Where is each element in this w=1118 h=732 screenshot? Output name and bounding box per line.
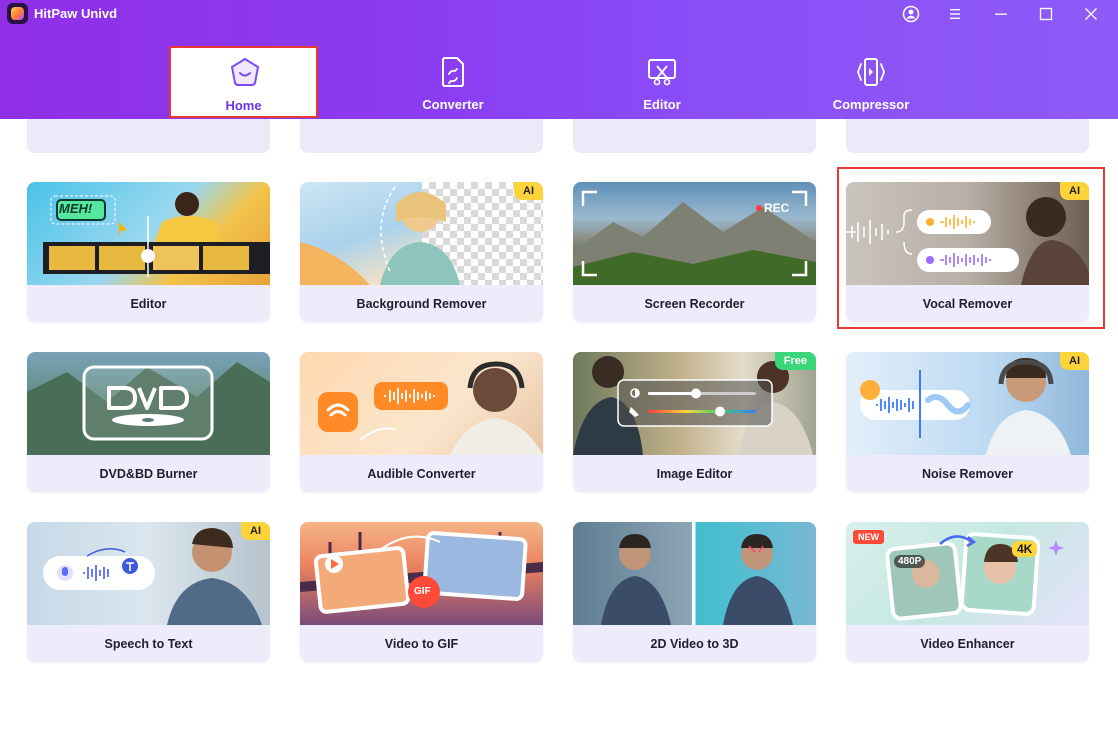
partial-card[interactable] (27, 119, 270, 153)
new-badge: NEW (853, 530, 884, 544)
partial-card[interactable] (300, 119, 543, 153)
vocal-remover-thumbnail (846, 182, 1089, 285)
converter-icon (442, 57, 464, 87)
ai-badge: AI (1060, 182, 1089, 200)
tab-converter[interactable]: Converter (378, 46, 528, 118)
editor-thumb-text: MEH! (59, 201, 93, 216)
ai-badge: AI (514, 182, 543, 200)
4k-label: 4K (1012, 541, 1038, 557)
maximize-icon[interactable] (1034, 3, 1058, 25)
tool-label: Audible Converter (367, 467, 476, 481)
tool-card-video-to-gif[interactable]: GIF Video to GIF (300, 522, 543, 662)
tool-card-dvd-bd-burner[interactable]: DVD&BD Burner (27, 352, 270, 492)
tool-label: Video Enhancer (920, 637, 1015, 651)
tool-label: Image Editor (656, 467, 733, 481)
account-icon[interactable] (899, 3, 923, 25)
speech-to-text-thumbnail (27, 522, 270, 625)
tab-editor-label: Editor (643, 97, 681, 112)
tab-home[interactable]: Home (169, 46, 318, 118)
minimize-icon[interactable] (989, 3, 1013, 25)
menu-icon[interactable] (943, 3, 967, 25)
tool-label: Background Remover (356, 297, 487, 311)
editor-icon (648, 59, 676, 86)
close-icon[interactable] (1079, 3, 1103, 25)
tab-editor[interactable]: Editor (587, 46, 737, 118)
ai-badge: AI (241, 522, 270, 540)
tool-card-2d-video-to-3d[interactable]: 2D Video to 3D (573, 522, 816, 662)
free-badge: Free (774, 352, 816, 370)
tool-label: Speech to Text (104, 637, 193, 651)
background-remover-thumbnail (300, 182, 543, 285)
video-to-gif-thumbnail: GIF (300, 522, 543, 625)
noise-remover-thumbnail (846, 352, 1089, 455)
ai-badge: AI (1060, 352, 1089, 370)
tool-card-video-enhancer[interactable]: 480P 4K NEW Video Enhancer (846, 522, 1089, 662)
compressor-icon (857, 58, 885, 86)
tool-card-vocal-remover[interactable]: AI Vocal Remover (846, 182, 1089, 322)
tool-label: 2D Video to 3D (650, 637, 739, 651)
tab-converter-label: Converter (422, 97, 484, 112)
tool-card-audible-converter[interactable]: Audible Converter (300, 352, 543, 492)
rec-label: REC (764, 201, 790, 215)
tool-label: Editor (130, 297, 167, 311)
tool-card-speech-to-text[interactable]: AI Speech to Text (27, 522, 270, 662)
tool-card-screen-recorder[interactable]: REC Screen Recorder (573, 182, 816, 322)
app-header: HitPaw Univd Home Converter Editor Compr… (0, 0, 1118, 119)
tool-card-editor[interactable]: MEH! Editor (27, 182, 270, 322)
app-logo (7, 3, 28, 24)
tool-label: Noise Remover (921, 467, 1013, 481)
2d-to-3d-thumbnail (573, 522, 816, 625)
tool-card-image-editor[interactable]: Free Image Editor (573, 352, 816, 492)
editor-thumbnail: MEH! (27, 182, 270, 285)
tab-compressor[interactable]: Compressor (796, 46, 946, 118)
app-title: HitPaw Univd (34, 6, 118, 21)
partial-card[interactable] (846, 119, 1089, 153)
gif-label: GIF (414, 586, 431, 597)
partial-card[interactable] (573, 119, 816, 153)
480p-label: 480P (894, 555, 926, 568)
tool-label: Screen Recorder (644, 297, 745, 311)
tool-label: DVD&BD Burner (99, 467, 198, 481)
home-icon (231, 58, 259, 86)
tool-label: Vocal Remover (922, 297, 1013, 311)
tab-compressor-label: Compressor (832, 97, 910, 112)
tab-home-label: Home (225, 98, 262, 113)
tool-label: Video to GIF (384, 637, 459, 651)
screen-recorder-thumbnail: REC (573, 182, 816, 285)
dvd-burner-thumbnail (27, 352, 270, 455)
audible-converter-thumbnail (300, 352, 543, 455)
tool-card-background-remover[interactable]: AI Background Remover (300, 182, 543, 322)
tool-card-noise-remover[interactable]: AI Noise Remover (846, 352, 1089, 492)
